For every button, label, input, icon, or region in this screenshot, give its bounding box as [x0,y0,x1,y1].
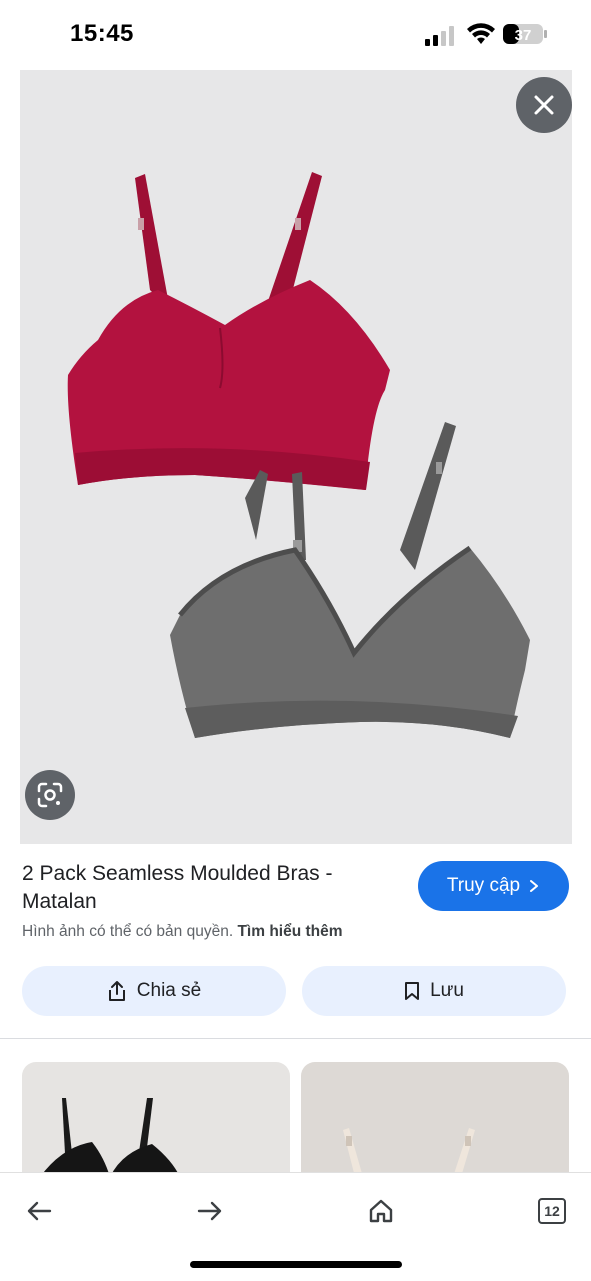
divider [0,1038,591,1039]
close-icon [534,95,554,115]
share-label: Chia sẻ [136,980,202,1001]
bookmark-icon [405,982,420,1000]
back-button[interactable] [15,1187,63,1235]
battery-icon: 37 [503,24,547,44]
save-label: Lưu [430,980,464,1001]
tabs-icon: 12 [538,1198,566,1224]
product-image[interactable] [20,70,572,844]
save-button[interactable]: Lưu [302,966,566,1016]
related-image-2[interactable] [301,1062,569,1177]
related-image-1[interactable] [22,1062,290,1177]
tabs-button[interactable]: 12 [528,1187,576,1235]
signal-icon [425,26,454,46]
battery-level: 37 [515,27,532,44]
black-bra-thumbnail [40,1098,180,1177]
chevron-right-icon [530,880,539,892]
visit-label: Truy cập [446,875,521,896]
wifi-icon [467,23,495,44]
home-button[interactable] [357,1187,405,1235]
close-button[interactable] [516,77,572,133]
copyright-notice: Hình ảnh có thể có bản quyền. Tìm hiểu t… [22,923,343,941]
home-indicator [190,1261,402,1268]
forward-button[interactable] [186,1187,234,1235]
beige-bra-thumbnail [343,1128,475,1177]
lens-icon [37,782,63,808]
result-title[interactable]: 2 Pack Seamless Moulded Bras - Matalan [22,860,402,916]
visit-button[interactable]: Truy cập [418,861,569,911]
status-bar: 15:45 37 [0,0,591,70]
browser-toolbar: 12 [0,1172,591,1281]
home-icon [369,1199,393,1223]
forward-arrow-icon [197,1201,222,1221]
share-button[interactable]: Chia sẻ [22,966,286,1016]
bras-illustration [67,172,530,738]
back-arrow-icon [27,1201,52,1221]
copyright-text: Hình ảnh có thể có bản quyền. [22,923,234,940]
status-time: 15:45 [70,20,134,47]
lens-search-button[interactable] [25,770,75,820]
learn-more-link[interactable]: Tìm hiểu thêm [237,923,342,940]
share-icon [108,981,125,1001]
